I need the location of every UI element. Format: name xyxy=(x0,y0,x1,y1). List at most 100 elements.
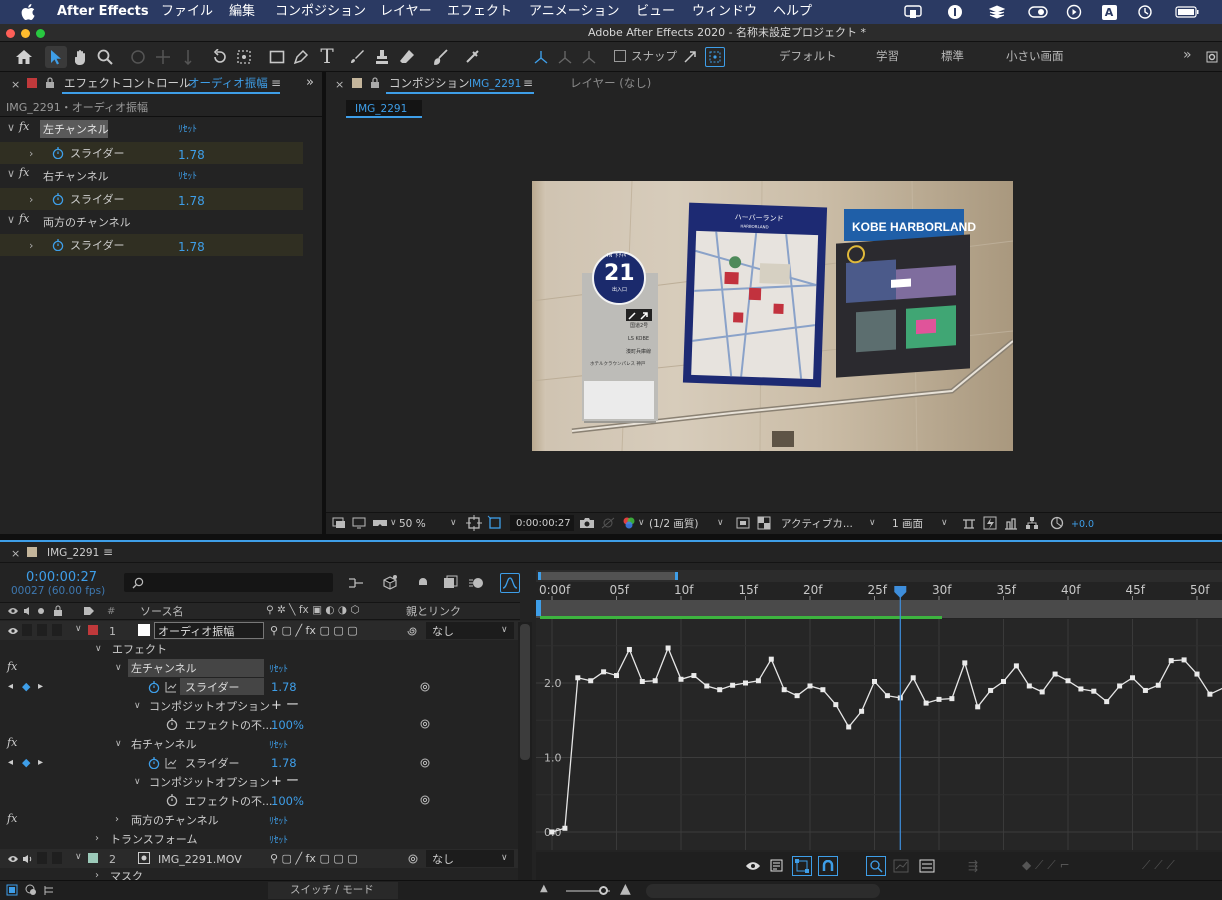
separate-dimensions-icon[interactable] xyxy=(918,858,936,874)
keyframe-interpolation-icons[interactable]: ◆ ⟋ ⟋ ⌐ xyxy=(1022,859,1070,871)
close-tab-icon[interactable]: × xyxy=(335,79,344,90)
workspace-more-button[interactable]: » xyxy=(1183,48,1192,62)
stopwatch-icon[interactable] xyxy=(165,717,179,731)
reset-link[interactable]: ﾘｾｯﾄ xyxy=(269,741,288,751)
add-remove-mask[interactable]: + ー xyxy=(271,699,299,712)
views-select[interactable]: 1 画面 xyxy=(892,519,923,530)
fx-icon[interactable]: fx xyxy=(7,737,17,748)
collapse-arrow[interactable]: ∨ xyxy=(7,122,15,133)
effect-controls-target[interactable]: オーディオ振幅 xyxy=(188,77,268,90)
monitor-icon[interactable] xyxy=(351,515,367,531)
world-axis-icon[interactable] xyxy=(555,47,575,67)
pickwhip-icon[interactable] xyxy=(418,793,432,807)
speaker-icon[interactable] xyxy=(21,852,33,866)
time-machine-icon[interactable] xyxy=(1136,4,1154,20)
zoom-window-button[interactable] xyxy=(36,29,45,38)
param-value[interactable]: 1.78 xyxy=(178,149,205,161)
info-icon[interactable] xyxy=(946,4,964,20)
collapse-arrow[interactable]: ∨ xyxy=(95,645,102,654)
expand-arrow[interactable]: › xyxy=(29,194,33,205)
timeline-icon[interactable] xyxy=(1002,514,1020,532)
dropdown-arrow[interactable]: ∨ xyxy=(638,519,645,528)
fit-selection-icon[interactable] xyxy=(866,856,886,876)
expand-arrow[interactable]: › xyxy=(95,834,99,844)
stopwatch-icon[interactable] xyxy=(51,192,65,206)
effect-controls-tab[interactable]: エフェクトコントロール xyxy=(64,77,191,90)
play-circle-icon[interactable] xyxy=(1065,4,1083,20)
frame-blending-icon[interactable] xyxy=(440,573,460,593)
collapse-arrow[interactable]: ∨ xyxy=(134,702,141,711)
stopwatch-icon[interactable] xyxy=(147,680,161,694)
snap-magnet-icon[interactable] xyxy=(818,856,838,876)
scrollbar-thumb[interactable] xyxy=(520,624,530,760)
viewer-timecode[interactable]: 0:00:00:27 xyxy=(516,519,571,529)
graph-editor-icon[interactable] xyxy=(500,573,520,593)
view-axis-icon[interactable] xyxy=(579,47,599,67)
prev-keyframe-button[interactable]: ◂ xyxy=(8,682,13,692)
anchor-tool-icon[interactable] xyxy=(234,47,254,67)
draft-3d-icon[interactable] xyxy=(380,573,400,593)
zoom-slider-handle[interactable] xyxy=(599,886,608,895)
snap-target-icon[interactable] xyxy=(705,47,725,67)
composition-viewer[interactable]: IN 下ﾁｬｷﾞ 21 出入口 国道2号 LS KOBE 湊町兵庫線 ホテルクラ… xyxy=(532,181,1013,451)
graph-toggle-icon[interactable] xyxy=(164,756,178,770)
audio-column-icon[interactable] xyxy=(22,604,34,618)
switch-mode-label[interactable]: スイッチ / モード xyxy=(290,885,374,896)
menu-edit[interactable]: 編集 xyxy=(229,5,255,18)
pan-tool-icon[interactable] xyxy=(153,47,173,67)
eye-icon[interactable] xyxy=(6,624,20,638)
reset-link[interactable]: ﾘｾｯﾄ xyxy=(269,665,288,675)
easy-ease-icons[interactable]: ⟋ ⟋ ⟋ xyxy=(1142,859,1175,871)
layer-search-input[interactable] xyxy=(124,573,333,592)
reset-link[interactable]: ﾘｾｯﾄ xyxy=(178,172,197,182)
audio-toggle[interactable] xyxy=(22,624,32,636)
menu-layer[interactable]: レイヤー xyxy=(380,5,432,18)
always-preview-icon[interactable] xyxy=(331,515,347,531)
zoom-in-icon[interactable]: ▲ xyxy=(620,882,631,896)
camera-select[interactable]: アクティブカ... xyxy=(781,519,853,530)
motion-blur-icon[interactable] xyxy=(466,573,486,593)
pickwhip-icon[interactable] xyxy=(406,852,420,866)
pickwhip-icon[interactable] xyxy=(418,717,432,731)
composite-options[interactable]: コンポジットオプション xyxy=(149,777,270,788)
panel-menu-icon[interactable]: ≡ xyxy=(103,546,113,558)
zoom-select[interactable]: 50 % xyxy=(399,519,426,530)
pickwhip-icon[interactable] xyxy=(418,680,432,694)
parent-link-column-header[interactable]: 親とリンク xyxy=(406,606,461,617)
work-area-bar[interactable] xyxy=(538,572,678,580)
exposure-reset-icon[interactable] xyxy=(1048,514,1066,532)
menu-view[interactable]: ビュー xyxy=(636,5,675,18)
param-value[interactable]: 1.78 xyxy=(178,195,205,207)
fast-preview-icon[interactable] xyxy=(981,514,999,532)
rotate-tool-icon[interactable] xyxy=(210,47,230,67)
stopwatch-icon[interactable] xyxy=(51,238,65,252)
lock-column-icon[interactable] xyxy=(52,604,64,618)
transform-group[interactable]: トランスフォーム xyxy=(110,834,197,845)
stopwatch-icon[interactable] xyxy=(165,793,179,807)
apple-icon[interactable] xyxy=(21,4,35,20)
selection-tool-icon[interactable] xyxy=(45,46,67,68)
panel-overflow-icon[interactable]: » xyxy=(306,76,314,89)
collapse-arrow[interactable]: ∨ xyxy=(115,740,122,749)
region-of-interest-icon[interactable] xyxy=(486,514,504,532)
parent-value[interactable]: なし xyxy=(432,626,454,637)
composite-options[interactable]: コンポジットオプション xyxy=(149,701,270,712)
dropdown-arrow[interactable]: ∨ xyxy=(501,626,508,635)
resolution-select[interactable]: (1/2 画質) xyxy=(649,519,698,530)
transparency-grid-icon[interactable] xyxy=(755,514,773,532)
app-menu[interactable]: After Effects xyxy=(57,5,149,18)
effect-name-both[interactable]: 両方のチャンネル xyxy=(43,217,131,228)
menu-file[interactable]: ファイル xyxy=(161,5,213,18)
composition-tab-target[interactable]: IMG_2291 xyxy=(469,79,521,90)
edit-keyframe-icons[interactable]: ⇶ xyxy=(968,860,978,872)
close-tab-icon[interactable]: × xyxy=(11,79,20,90)
minimize-window-button[interactable] xyxy=(21,29,30,38)
lock-toggle[interactable] xyxy=(52,852,62,864)
close-tab-icon[interactable]: × xyxy=(11,548,20,559)
menu-composition[interactable]: コンポジション xyxy=(275,5,366,18)
dropdown-arrow[interactable]: ∨ xyxy=(450,519,457,528)
orbit-tool-icon[interactable] xyxy=(128,47,148,67)
roto-brush-tool-icon[interactable] xyxy=(430,47,450,67)
dropdown-arrow[interactable]: ∨ xyxy=(501,854,508,863)
home-icon[interactable] xyxy=(14,47,34,67)
